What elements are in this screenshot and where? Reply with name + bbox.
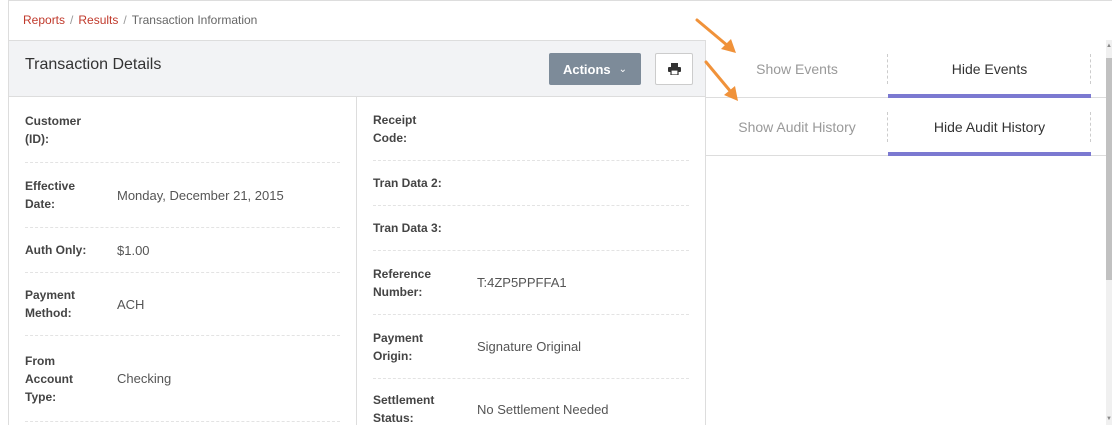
printer-icon: [667, 63, 681, 75]
field-value: No Settlement Needed: [477, 401, 609, 417]
field-value: $1.00: [117, 242, 150, 258]
scrollbar-thumb[interactable]: [1106, 58, 1112, 280]
tab-hide-events[interactable]: Hide Events: [888, 40, 1091, 98]
breadcrumb-current: Transaction Information: [131, 13, 258, 27]
field-label: From Account Type:: [25, 353, 73, 404]
scroll-down-arrow-icon[interactable]: ▼: [1106, 415, 1112, 423]
field-label: Customer (ID):: [25, 113, 82, 146]
details-columns: Customer (ID): Effective Date: Monday, D…: [9, 97, 705, 425]
print-button[interactable]: [655, 53, 693, 85]
field-value: Signature Original: [477, 339, 582, 354]
field-payment-method: Payment Method: ACH: [25, 273, 340, 336]
field-label: Payment Origin:: [373, 330, 424, 363]
field-label: Payment Method:: [25, 288, 76, 320]
field-label: Settlement Status:: [373, 393, 435, 425]
details-right-column: Receipt Code: Tran Data 2: Tran Data 3: …: [357, 97, 705, 425]
tab-show-audit-history[interactable]: Show Audit History: [706, 98, 888, 155]
actions-button[interactable]: Actions ⌄: [549, 53, 641, 85]
tab-hide-audit-history[interactable]: Hide Audit History: [888, 98, 1091, 156]
panel-header: Transaction Details Actions ⌄: [9, 40, 705, 97]
audit-history-tabs: Show Audit History Hide Audit History: [706, 98, 1106, 156]
field-from-account-type: From Account Type: Checking: [25, 336, 340, 422]
field-value: Monday, December 21, 2015: [117, 187, 284, 203]
breadcrumb-results-link[interactable]: Results: [78, 13, 118, 27]
transaction-details-panel: Transaction Details Actions ⌄ Customer (…: [8, 40, 706, 425]
field-effective-date: Effective Date: Monday, December 21, 201…: [25, 163, 340, 228]
breadcrumb-reports-link[interactable]: Reports: [23, 13, 65, 27]
field-customer-id: Customer (ID):: [25, 97, 340, 163]
breadcrumb-separator: /: [70, 13, 74, 27]
field-label: Effective Date:: [25, 179, 76, 211]
scrollbar[interactable]: ▲ ▼: [1106, 40, 1112, 425]
field-value: ACH: [117, 296, 145, 312]
events-panel: Show Events Hide Events Show Audit Histo…: [706, 40, 1106, 425]
field-tran-data-2: Tran Data 2:: [373, 161, 689, 206]
events-tabs: Show Events Hide Events: [706, 40, 1106, 98]
field-tran-data-3: Tran Data 3:: [373, 206, 689, 251]
field-label: Auth Only:: [25, 243, 87, 257]
field-receipt-code: Receipt Code:: [373, 97, 689, 161]
breadcrumb-separator: /: [123, 13, 127, 27]
field-label: Tran Data 3:: [373, 221, 442, 235]
details-left-column: Customer (ID): Effective Date: Monday, D…: [9, 97, 357, 425]
field-value: T:4ZP5PPFFA1: [477, 275, 567, 290]
field-auth-only: Auth Only: $1.00: [25, 228, 340, 273]
scroll-up-arrow-icon[interactable]: ▲: [1106, 42, 1112, 50]
field-payment-origin: Payment Origin: Signature Original: [373, 315, 689, 379]
field-label: Receipt Code:: [373, 112, 417, 145]
field-settlement-status: Settlement Status: No Settlement Needed: [373, 379, 689, 425]
field-label: Tran Data 2:: [373, 176, 442, 190]
panel-title: Transaction Details: [25, 56, 162, 73]
field-value: Checking: [117, 371, 172, 386]
tab-show-events[interactable]: Show Events: [706, 40, 888, 97]
chevron-down-icon: ⌄: [618, 63, 628, 75]
field-reference-number: Reference Number: T:4ZP5PPFFA1: [373, 251, 689, 315]
field-label: Reference Number:: [373, 266, 432, 299]
breadcrumb: Reports / Results / Transaction Information: [8, 0, 1112, 40]
actions-button-label: Actions: [562, 61, 611, 77]
